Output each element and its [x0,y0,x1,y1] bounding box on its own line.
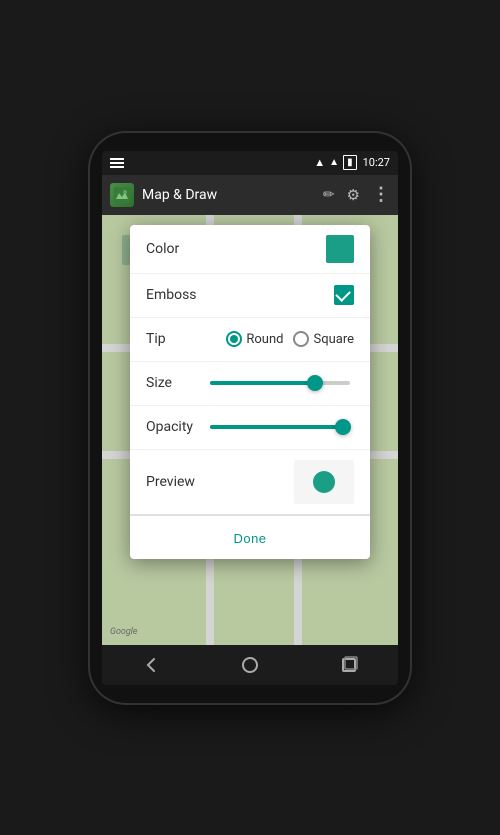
preview-area [294,460,354,504]
home-button[interactable] [234,649,266,681]
tip-label: Tip [146,331,206,347]
preview-row: Preview [130,450,370,515]
color-row: Color [130,225,370,274]
preview-dot [313,471,335,493]
time-display: 10:27 [363,156,390,169]
recents-button[interactable] [333,649,365,681]
emboss-checkbox[interactable] [334,285,354,305]
app-title: Map & Draw [142,187,315,203]
opacity-row: Opacity [130,406,370,450]
square-option[interactable]: Square [293,331,354,347]
app-icon [110,183,134,207]
tip-radio-group: Round Square [226,331,354,347]
color-swatch[interactable] [326,235,354,263]
back-button[interactable] [135,649,167,681]
gear-icon[interactable]: ⚙ [347,186,360,204]
preview-content [206,460,354,504]
size-label: Size [146,375,206,391]
status-bar-left [110,158,124,168]
app-bar-actions: ✏ ⚙ ⋮ [323,184,390,205]
app-bar: Map & Draw ✏ ⚙ ⋮ [102,175,398,215]
menu-icon [110,158,124,168]
opacity-label: Opacity [146,419,206,435]
phone-device: ▲ ▲ ▮ 10:27 Map & Draw ✏ ⚙ ⋮ [90,133,410,703]
round-radio[interactable] [226,331,242,347]
color-label: Color [146,241,206,257]
square-radio[interactable] [293,331,309,347]
emboss-content [206,285,354,305]
tip-row: Tip Round Square [130,318,370,362]
dialog-overlay: Color Emboss Tip [102,215,398,645]
tip-content: Round Square [206,331,354,347]
preview-label: Preview [146,474,206,490]
wifi-icon: ▲ [314,156,325,169]
emboss-label: Emboss [146,287,206,303]
opacity-content [206,425,354,429]
nav-bar [102,645,398,685]
square-label: Square [313,332,354,347]
signal-icon: ▲ [329,157,339,168]
size-content [206,381,354,385]
size-row: Size [130,362,370,406]
status-bar-right: ▲ ▲ ▮ 10:27 [314,155,390,170]
opacity-slider[interactable] [210,425,350,429]
more-icon[interactable]: ⋮ [372,184,390,205]
phone-screen: ▲ ▲ ▮ 10:27 Map & Draw ✏ ⚙ ⋮ [102,151,398,685]
brush-settings-dialog: Color Emboss Tip [130,225,370,559]
status-bar: ▲ ▲ ▮ 10:27 [102,151,398,175]
color-content [206,235,354,263]
round-label: Round [246,332,283,347]
done-button[interactable]: Done [233,531,266,546]
size-slider[interactable] [210,381,350,385]
done-section: Done [130,515,370,559]
pencil-icon[interactable]: ✏ [323,187,335,203]
map-background: Google Color Emboss [102,215,398,645]
emboss-row: Emboss [130,274,370,318]
battery-icon: ▮ [343,155,357,170]
round-option[interactable]: Round [226,331,283,347]
